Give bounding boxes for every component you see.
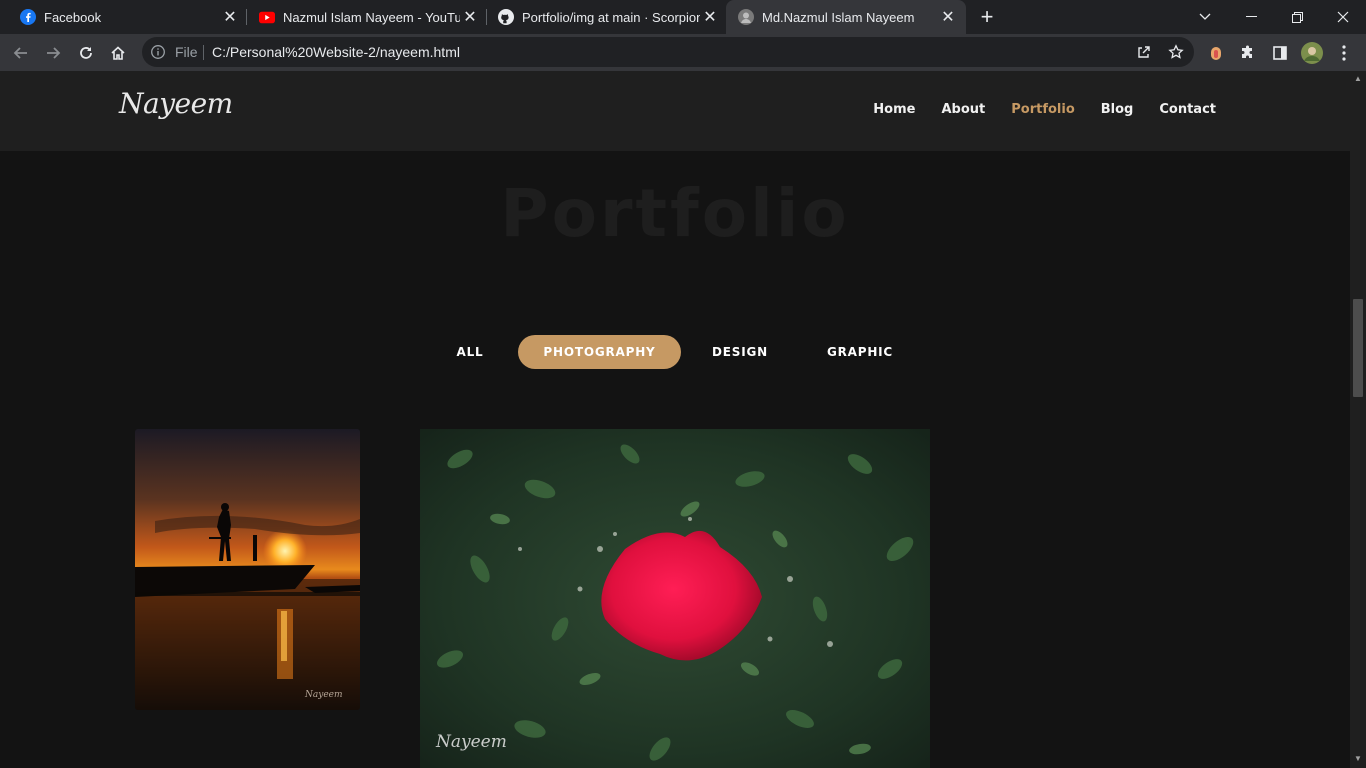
nav-about[interactable]: About bbox=[941, 102, 985, 117]
web-page: Nayeem Home About Portfolio Blog Contact… bbox=[0, 71, 1350, 768]
page-scrollbar[interactable]: ▲ ▼ bbox=[1350, 71, 1366, 768]
scroll-up-icon[interactable]: ▲ bbox=[1354, 75, 1362, 83]
filter-photography[interactable]: PHOTOGRAPHY bbox=[518, 335, 681, 369]
portfolio-photo-sunset-boat[interactable]: Nayeem bbox=[135, 429, 360, 710]
restore-icon[interactable] bbox=[1274, 0, 1320, 34]
main-nav: Home About Portfolio Blog Contact bbox=[873, 102, 1216, 117]
reload-icon[interactable] bbox=[73, 40, 99, 66]
new-tab-icon[interactable]: + bbox=[976, 6, 998, 28]
site-logo[interactable]: Nayeem bbox=[119, 87, 233, 120]
section-title: Portfolio bbox=[500, 175, 850, 252]
nav-contact[interactable]: Contact bbox=[1159, 102, 1216, 117]
profile-avatar[interactable] bbox=[1299, 40, 1325, 66]
tab-youtube[interactable]: Nazmul Islam Nayeem - YouTube ✕ bbox=[239, 0, 486, 34]
watermark-logo: Nayeem bbox=[435, 732, 507, 752]
tab-strip: Facebook ✕ Nazmul Islam Nayeem - YouTube… bbox=[0, 0, 1366, 34]
tab-active-site[interactable]: Md.Nazmul Islam Nayeem ✕ bbox=[726, 0, 966, 34]
minimize-icon[interactable] bbox=[1228, 0, 1274, 34]
share-icon[interactable] bbox=[1134, 42, 1154, 62]
back-icon[interactable] bbox=[8, 40, 34, 66]
tab-github[interactable]: Portfolio/img at main · ScorpionN ✕ bbox=[478, 0, 726, 34]
filter-all[interactable]: ALL bbox=[434, 335, 506, 369]
browser-toolbar: File C:/Personal%20Website-2/nayeem.html bbox=[0, 34, 1366, 71]
forward-icon[interactable] bbox=[40, 40, 66, 66]
tab-search-icon[interactable] bbox=[1182, 0, 1228, 34]
site-icon bbox=[738, 9, 754, 25]
close-icon[interactable]: ✕ bbox=[220, 7, 240, 27]
close-icon[interactable]: ✕ bbox=[700, 7, 720, 27]
menu-kebab-icon[interactable] bbox=[1331, 40, 1357, 66]
close-icon[interactable]: ✕ bbox=[460, 7, 480, 27]
tab-facebook[interactable]: Facebook ✕ bbox=[0, 0, 246, 34]
facebook-icon bbox=[20, 9, 36, 25]
address-bar[interactable]: File C:/Personal%20Website-2/nayeem.html bbox=[142, 37, 1194, 67]
nav-home[interactable]: Home bbox=[873, 102, 915, 117]
scheme-label: File bbox=[175, 44, 198, 60]
bookmark-star-icon[interactable] bbox=[1166, 42, 1186, 62]
github-icon bbox=[498, 9, 514, 25]
watermark-signature: Nayeem bbox=[304, 690, 343, 700]
portfolio-photo-red-flower[interactable]: Nayeem bbox=[420, 429, 930, 768]
scroll-down-icon[interactable]: ▼ bbox=[1354, 755, 1362, 763]
nav-portfolio[interactable]: Portfolio bbox=[1011, 102, 1075, 117]
info-icon[interactable] bbox=[150, 44, 166, 60]
tab-title: Md.Nazmul Islam Nayeem bbox=[762, 9, 915, 25]
url-text[interactable]: C:/Personal%20Website-2/nayeem.html bbox=[212, 44, 460, 60]
tab-title: Portfolio/img at main · ScorpionN bbox=[522, 9, 700, 25]
close-window-icon[interactable] bbox=[1320, 0, 1366, 34]
extensions-puzzle-icon[interactable] bbox=[1235, 40, 1261, 66]
home-icon[interactable] bbox=[105, 40, 131, 66]
tab-title: Nazmul Islam Nayeem - YouTube bbox=[283, 9, 460, 25]
address-divider bbox=[203, 45, 204, 60]
close-icon[interactable]: ✕ bbox=[938, 7, 958, 27]
tab-title: Facebook bbox=[44, 9, 102, 25]
site-header: Nayeem Home About Portfolio Blog Contact bbox=[0, 71, 1350, 151]
filter-graphic[interactable]: GRAPHIC bbox=[812, 335, 908, 369]
youtube-icon bbox=[259, 9, 275, 25]
side-panel-icon[interactable] bbox=[1267, 40, 1293, 66]
nav-blog[interactable]: Blog bbox=[1101, 102, 1134, 117]
filter-design[interactable]: DESIGN bbox=[696, 335, 784, 369]
extension-icon[interactable] bbox=[1203, 40, 1229, 66]
scrollbar-thumb[interactable] bbox=[1353, 299, 1363, 397]
